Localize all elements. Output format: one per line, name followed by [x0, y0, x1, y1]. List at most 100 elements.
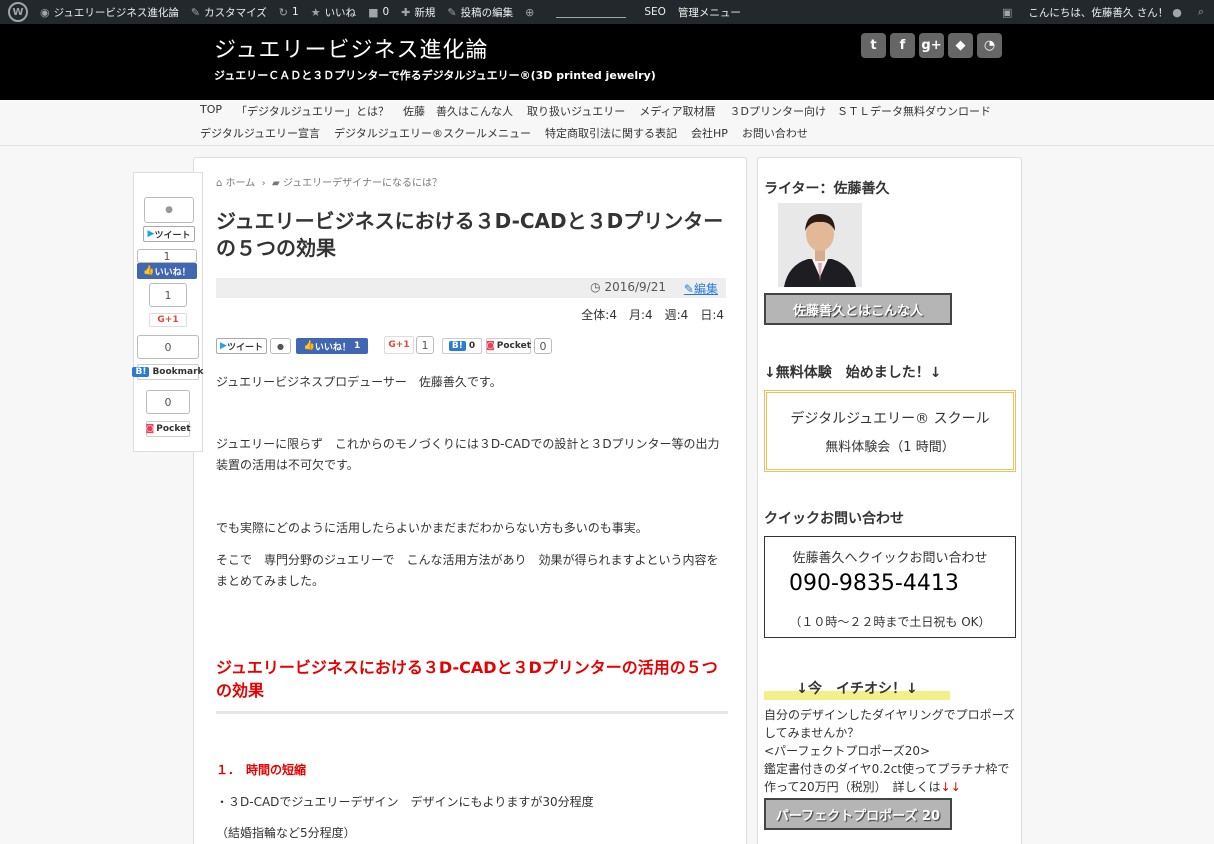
pocket-icon: ◙ [145, 424, 155, 434]
nav-item-jewelry[interactable]: 取り扱いジュエリー [520, 103, 632, 119]
pocket-button[interactable]: ◙ Pocket [145, 421, 191, 437]
refresh-icon: ↻ [278, 5, 288, 19]
trial-line-1: デジタルジュエリー® スクール [790, 411, 990, 427]
nav-item-stl-download[interactable]: ３Dプリンター向け ＳＴＬデータ無料ダウンロード [723, 103, 998, 119]
quick-contact-box[interactable]: 佐藤善久へクイックお問い合わせ 090-9835-4413 （１０時～２２時まで… [764, 536, 1016, 638]
admin-bar-site-name[interactable]: ◉ ジュエリービジネス進化論 [34, 0, 185, 24]
clock-icon: ◷ [590, 280, 601, 294]
wordpress-menu[interactable]: W [0, 0, 34, 24]
rss-icon[interactable]: ◔ [977, 33, 1002, 58]
admin-bar-notifications[interactable]: ▣ [996, 0, 1022, 24]
paragraph-6: （結婚指輪など5分程度） [216, 826, 356, 840]
sidebar: ライター：佐藤善久 佐藤善久とはこんな人 ↓無料体験 始めました！↓ デジタルジ… [757, 157, 1022, 844]
nav-item-company[interactable]: 会社HP [684, 125, 735, 141]
admin-bar-likes[interactable]: ★ いいね [305, 0, 362, 24]
home-icon: ⌂ [216, 178, 223, 189]
admin-bar-stats[interactable] [544, 0, 638, 24]
comment-bubble-icon: ● [165, 205, 173, 215]
paragraph-intro: ジュエリービジネスプロデューサー 佐藤善久です。 [216, 375, 502, 389]
admin-bar-search[interactable]: ⌕ [1192, 0, 1214, 24]
nav-item-top[interactable]: TOP [193, 103, 229, 119]
writer-photo [778, 203, 862, 287]
twitter-bird-icon: ▶ [220, 341, 227, 351]
quick-contact-hours: （１０時～２２時まで土日祝も OK） [789, 615, 991, 629]
admin-bar-jetpack[interactable]: ⊕ [519, 0, 544, 24]
nav-item-declaration[interactable]: デジタルジュエリー宣言 [193, 125, 327, 141]
admin-bar-customize[interactable]: ✎ カスタマイズ [185, 0, 273, 24]
pocket-count: 0 [534, 338, 552, 354]
social-icons: t f g+ ◆ ◔ [861, 33, 1002, 58]
admin-bar: W ◉ ジュエリービジネス進化論 ✎ カスタマイズ ↻ 1 ★ いいね ■ 0 ✚ 新規 ✎… [0, 0, 1214, 24]
stats-sparkline-icon [556, 6, 627, 18]
admin-bar-seo[interactable]: SEO [638, 0, 672, 24]
trial-widget-title: ↓無料体験 始めました！↓ [764, 365, 942, 381]
breadcrumb: ⌂ ホーム › ▰ ジュエリーデザイナーになるには？ [216, 174, 442, 189]
admin-bar-edit-post[interactable]: ✎ 投稿の編集 [441, 0, 519, 24]
writer-widget-title: ライター：佐藤善久 [764, 181, 890, 197]
google-plus-count: 1 [416, 336, 434, 354]
free-trial-banner[interactable]: デジタルジュエリー® スクール 無料体験会（1 時間） [764, 390, 1016, 472]
nav-item-profile[interactable]: 佐藤 善久はこんな人 [396, 103, 520, 119]
tweet-button[interactable]: ▶ ツイート [216, 338, 267, 354]
article-main: ⌂ ホーム › ▰ ジュエリーデザイナーになるには？ ジュエリービジネスにおける… [193, 157, 747, 844]
site-title[interactable]: ジュエリービジネス進化論 [214, 32, 488, 64]
admin-bar-updates[interactable]: ↻ 1 [273, 0, 305, 24]
notification-icon: ▣ [1001, 5, 1013, 19]
post-meta-bar: ◷ 2016/9/21 ✎編集 [216, 278, 726, 298]
perfect-propose-button[interactable]: パーフェクトプロポーズ 20 [764, 798, 952, 830]
search-icon: ⌕ [1197, 5, 1204, 18]
nav-item-contact[interactable]: お問い合わせ [735, 125, 815, 141]
edit-link[interactable]: ✎編集 [684, 280, 718, 297]
nav-row-2: デジタルジュエリー宣言 デジタルジュエリー®スクールメニュー 特定商取引法に関す… [193, 125, 815, 141]
recommend-arrows: ↓↓ [940, 780, 961, 794]
star-icon: ★ [310, 5, 321, 19]
breadcrumb-category[interactable]: ジュエリーデザイナーになるには？ [283, 178, 442, 189]
ornamental-frame-icon [764, 390, 1016, 472]
admin-bar-new[interactable]: ✚ 新規 [395, 0, 441, 24]
floating-share-column: ● ▶ ツイート 1 👍 いいね！ 1 G+1 0 B! Bookmark 0 ◙ Po… [132, 172, 204, 452]
tweet-count-bubble: ● [270, 338, 291, 354]
subsection-heading: １． 時間の短縮 [216, 763, 307, 777]
recommend-text: 自分のデザインしたダイヤリングでプロポーズしてみませんか？ <パーフェクトプロポ… [764, 706, 1020, 796]
hatena-bookmark-button[interactable]: B! Bookmark [132, 364, 204, 380]
google-plus-icon[interactable]: g+ [919, 33, 944, 58]
chevron-right-icon: › [258, 178, 269, 189]
folder-icon: ▰ [271, 178, 280, 189]
twitter-icon[interactable]: t [861, 33, 886, 58]
user-avatar-icon: ● [1172, 5, 1182, 19]
edit-icon: ✎ [683, 282, 694, 296]
nav-item-legal[interactable]: 特定商取引法に関する表記 [538, 125, 684, 141]
nav-item-digital-jewelry[interactable]: 「デジタルジュエリー」とは？ [229, 103, 396, 119]
pocket-button[interactable]: ◙ Pocket [486, 338, 531, 354]
facebook-like-button[interactable]: 👍 いいね！ [137, 263, 197, 279]
dashboard-icon: ◉ [40, 5, 50, 19]
facebook-like-count: 1 [137, 249, 197, 263]
paragraph-4: そこで 専門分野のジュエリーで こんな活用方法があり 効果が得られますよという内… [216, 553, 719, 588]
google-plus-button[interactable]: G+1 [384, 336, 414, 354]
recommend-line-1: 自分のデザインしたダイヤリングでプロポーズしてみませんか？ [764, 708, 1016, 740]
recommend-title: ↓今 イチオシ！↓ [764, 678, 950, 700]
quick-contact-phone: 090-9835-4413 [789, 571, 959, 596]
admin-bar-admin-menu[interactable]: 管理メニュー [672, 0, 747, 24]
google-plus-button[interactable]: G+1 [149, 313, 187, 327]
nav-item-school-menu[interactable]: デジタルジュエリー®スクールメニュー [327, 125, 538, 141]
breadcrumb-home[interactable]: ホーム [226, 178, 256, 189]
feedly-icon[interactable]: ◆ [948, 33, 973, 58]
section-heading: ジュエリービジネスにおける３D-CADと３Dプリンターの活用の５つの効果 [216, 656, 728, 714]
admin-bar-comments[interactable]: ■ 0 [362, 0, 395, 24]
quick-contact-title: クイックお問い合わせ [764, 511, 904, 527]
trial-line-2: 無料体験会（1 時間） [825, 440, 955, 455]
hatena-bookmark-button[interactable]: B! 0 [442, 338, 482, 354]
main-navigation: TOP 「デジタルジュエリー」とは？ 佐藤 善久はこんな人 取り扱いジュエリー … [0, 100, 1214, 146]
tweet-button[interactable]: ▶ ツイート [143, 226, 195, 242]
nav-item-media[interactable]: メディア取材暦 [632, 103, 722, 119]
facebook-like-button[interactable]: 👍 いいね！ 1 [296, 338, 368, 354]
recommend-line-3: 鑑定書付きのダイヤ0.2ct使ってプラチナ枠で作って20万円（税別） 詳しくは↓… [764, 762, 1010, 794]
admin-bar-my-account[interactable]: こんにちは、佐藤善久 さん！ ● [1022, 0, 1191, 24]
paragraph-3: でも実際にどのように活用したらよいかまだまだわからない方も多いのも事実。 [216, 521, 648, 535]
thumbs-up-icon: 👍 [303, 341, 315, 351]
writer-profile-button[interactable]: 佐藤善久とはこんな人 [764, 293, 952, 325]
writer-portrait-icon [778, 203, 862, 287]
facebook-icon[interactable]: f [890, 33, 915, 58]
comment-bubble-icon: ● [277, 341, 284, 351]
